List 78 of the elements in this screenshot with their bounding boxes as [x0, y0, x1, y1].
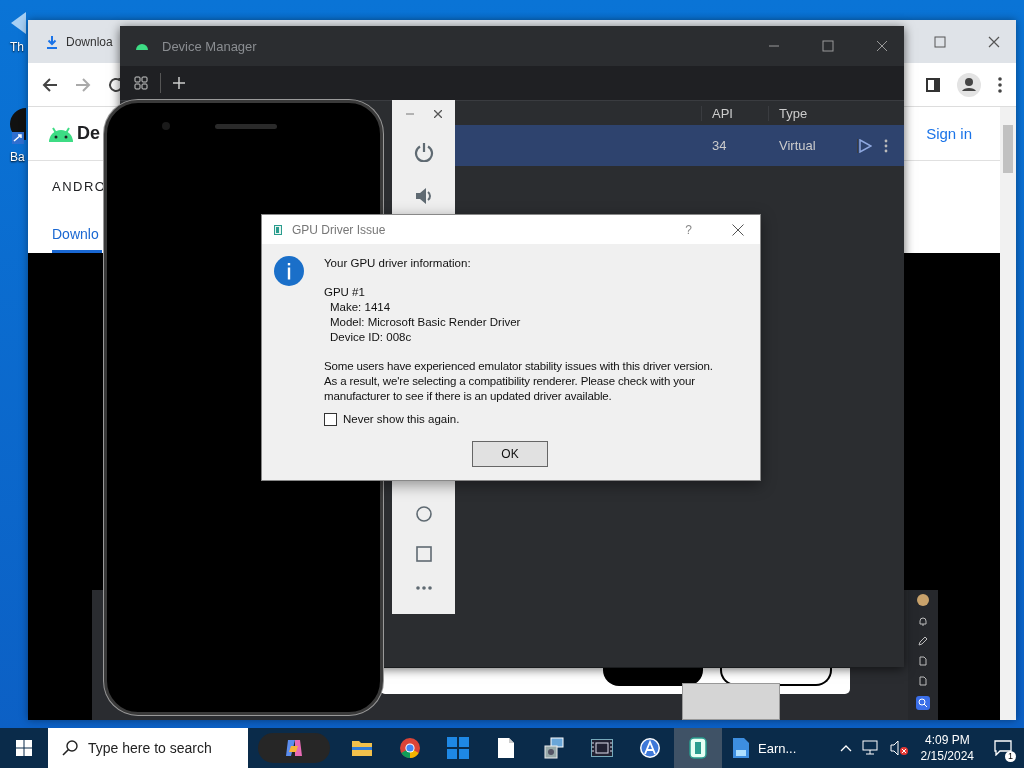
table-cell-text: 34: [711, 138, 728, 153]
network-icon[interactable]: [861, 740, 880, 756]
close-icon[interactable]: [988, 35, 1000, 48]
maximize-icon[interactable]: [934, 35, 946, 48]
profile-icon[interactable]: [957, 72, 981, 97]
more-icon[interactable]: [884, 138, 888, 153]
play-icon[interactable]: [858, 138, 872, 153]
taskbar-app[interactable]: Earn...: [722, 728, 807, 768]
installer-icon: [543, 737, 565, 759]
close-icon[interactable]: [732, 223, 744, 236]
swirl-icon: [284, 738, 304, 758]
checkbox-label[interactable]: Never show this again.: [343, 412, 460, 427]
search-icon: [62, 740, 78, 756]
app-icon: [274, 224, 282, 235]
close-icon[interactable]: [433, 110, 442, 118]
circle-icon[interactable]: [415, 506, 432, 522]
clock[interactable]: 4:09 PM 2/15/2024: [912, 732, 982, 764]
volume-muted-icon[interactable]: [889, 740, 908, 756]
table-cell-text: Virtual: [778, 138, 817, 153]
info-icon: [274, 256, 304, 286]
phone-icon: [689, 737, 707, 759]
gpu-detail: Device ID: 008c: [329, 330, 413, 345]
sign-in-link[interactable]: Sign in: [926, 125, 972, 142]
device-row[interactable]: 34 Virtual: [455, 125, 904, 166]
speaker-grille: [215, 124, 277, 129]
window-title: Device Manager: [162, 38, 257, 54]
gpu-detail: Make: 1414: [329, 300, 392, 315]
section-label: ANDRO: [52, 179, 108, 194]
column-header[interactable]: API: [701, 105, 768, 121]
site-logo-text[interactable]: De: [77, 123, 100, 144]
android-icon: [136, 42, 148, 50]
bell-icon[interactable]: [918, 616, 928, 626]
side-panel-icon[interactable]: [926, 77, 940, 92]
search-icon[interactable]: [916, 696, 930, 710]
chevron-up-icon[interactable]: [839, 744, 852, 752]
more-icon[interactable]: [415, 586, 432, 590]
browser-tab[interactable]: Downloa: [36, 26, 123, 57]
add-icon[interactable]: [173, 77, 185, 89]
checkbox[interactable]: [324, 413, 337, 426]
help-button[interactable]: ?: [685, 222, 692, 237]
ok-button[interactable]: OK: [472, 441, 548, 467]
hero-button[interactable]: [603, 668, 703, 686]
maximize-icon[interactable]: [822, 40, 834, 52]
hero-button[interactable]: [720, 668, 832, 686]
power-icon[interactable]: [413, 142, 434, 162]
compass-icon: [639, 737, 661, 759]
dialog-message: Some users have experienced emulator stability issues with this driver version. As a result, we're selecting a compatibility renderer. Please check with your manufacturer to see if there is an updated driver available.: [324, 359, 713, 404]
document-icon: [732, 737, 750, 759]
copilot-button[interactable]: [258, 733, 330, 763]
folder-icon: [351, 739, 373, 757]
close-icon[interactable]: [876, 40, 888, 52]
avatar-icon[interactable]: [917, 594, 929, 606]
film-icon: [591, 739, 613, 757]
android-logo-icon[interactable]: [48, 125, 74, 142]
notification-badge: 1: [1005, 751, 1016, 762]
windows-logo-icon[interactable]: [16, 740, 32, 756]
desktop-icon-label[interactable]: Th: [10, 40, 24, 54]
download-icon: [46, 34, 58, 49]
document-icon: [498, 738, 514, 758]
notification-button[interactable]: 1: [982, 728, 1024, 768]
menu-icon[interactable]: [998, 76, 1002, 93]
grid-icon[interactable]: [134, 76, 148, 90]
dialog-heading: Your GPU driver information:: [324, 256, 472, 271]
square-icon[interactable]: [415, 546, 432, 562]
dialog-title: GPU Driver Issue: [292, 222, 386, 237]
pencil-icon[interactable]: [918, 636, 928, 646]
volume-icon[interactable]: [413, 186, 434, 206]
scrollbar[interactable]: [1000, 107, 1016, 720]
column-header[interactable]: Type: [768, 105, 857, 121]
taskbar-app[interactable]: [674, 728, 722, 768]
gpu-name: GPU #1: [324, 285, 366, 300]
chrome-icon: [399, 737, 421, 759]
camera-icon: [162, 122, 170, 130]
desktop-icon-label[interactable]: Ba: [10, 150, 25, 164]
tiles-icon: [447, 737, 469, 759]
search-field[interactable]: Type here to search: [48, 728, 248, 768]
gpu-detail: Model: Microsoft Basic Render Driver: [329, 315, 522, 330]
back-icon[interactable]: [42, 76, 58, 93]
